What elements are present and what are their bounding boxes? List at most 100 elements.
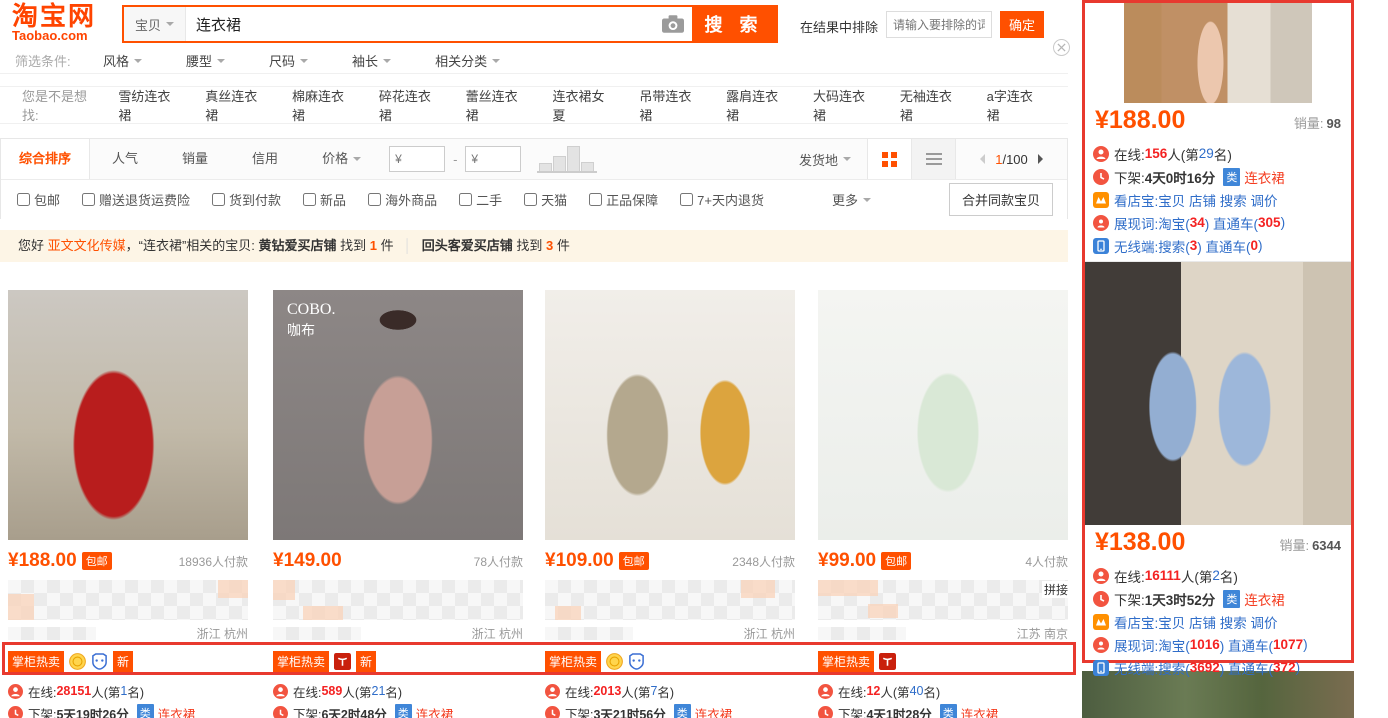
check-overseas-box[interactable]	[368, 193, 381, 206]
filter-sleeve[interactable]: 袖长	[352, 51, 391, 70]
online-row: 在线:16111人(第2名)	[1093, 564, 1343, 587]
price-min-input[interactable]	[389, 146, 445, 172]
category-name[interactable]: 连衣裙	[695, 704, 733, 718]
check-free-shipping[interactable]: 包邮	[17, 190, 60, 209]
grid-view-button[interactable]	[867, 139, 911, 179]
filter-related-category[interactable]: 相关分类	[435, 51, 500, 70]
category-name[interactable]: 连衣裙	[961, 704, 999, 718]
suggest-link[interactable]: 真丝连衣裙	[205, 86, 266, 124]
suggest-link[interactable]: 露肩连衣裙	[726, 86, 787, 124]
sort-tab-price[interactable]: 价格	[300, 139, 383, 179]
person-icon	[545, 684, 560, 699]
product-title-censored[interactable]	[8, 580, 248, 620]
product-image[interactable]	[818, 290, 1068, 540]
check-cod[interactable]: 货到付款	[212, 190, 281, 209]
sort-tab-composite[interactable]: 综合排序	[1, 139, 90, 179]
search-button[interactable]: 搜 索	[692, 7, 776, 41]
check-secondhand[interactable]: 二手	[459, 190, 502, 209]
notice-shop-link[interactable]: 亚文文化传媒	[48, 238, 126, 253]
search-input[interactable]	[186, 7, 654, 41]
category-name[interactable]: 连衣裙	[1244, 589, 1285, 609]
search-category-select[interactable]: 宝贝	[124, 7, 186, 41]
product-title-censored[interactable]	[273, 580, 523, 620]
price-range-separator: -	[453, 152, 457, 167]
image-search-camera-button[interactable]	[654, 7, 692, 41]
rank-post: 名)	[923, 682, 940, 701]
suggest-link[interactable]: a字连衣裙	[987, 86, 1042, 124]
wireless-mid: ) 直通车(	[1220, 658, 1273, 678]
suggest-link[interactable]: 连衣裙女夏	[553, 86, 614, 124]
suggest-link[interactable]: 无袖连衣裙	[900, 86, 961, 124]
wireless-row[interactable]: 无线端:搜索(3) 直通车(0)	[1093, 234, 1343, 257]
check-return-insurance[interactable]: 赠送退货运费险	[82, 190, 190, 209]
taobao-app-icon	[879, 653, 896, 670]
filter-waist[interactable]: 腰型	[186, 51, 225, 70]
exclude-input[interactable]	[886, 11, 992, 38]
check-label: 新品	[320, 190, 346, 209]
check-return-insurance-box[interactable]	[82, 193, 95, 206]
product-image[interactable]	[545, 290, 795, 540]
check-new-box[interactable]	[303, 193, 316, 206]
kandianbao-links-row[interactable]: 看店宝:宝贝 店铺 搜索 调价	[1093, 610, 1343, 633]
check-new[interactable]: 新品	[303, 190, 346, 209]
product-image[interactable]	[8, 290, 248, 540]
kandianbao-links[interactable]: 看店宝:宝贝 店铺 搜索 调价	[1114, 612, 1278, 632]
merge-same-items-button[interactable]: 合并同款宝贝	[949, 183, 1053, 216]
chevron-down-icon	[166, 22, 174, 30]
suggest-link[interactable]: 吊带连衣裙	[639, 86, 700, 124]
list-view-button[interactable]	[911, 139, 955, 179]
check-tmall-box[interactable]	[524, 193, 537, 206]
filter-style[interactable]: 风格	[103, 51, 142, 70]
check-cod-box[interactable]	[212, 193, 225, 206]
check-secondhand-box[interactable]	[459, 193, 472, 206]
kandianbao-links[interactable]: 看店宝:宝贝 店铺 搜索 调价	[1114, 190, 1278, 210]
check-free-shipping-box[interactable]	[17, 193, 30, 206]
category-name[interactable]: 连衣裙	[416, 704, 454, 718]
ship-from-dropdown[interactable]: 发货地	[799, 150, 851, 169]
person-icon	[1093, 568, 1109, 584]
online-row: 在线:12人(第40名)	[818, 680, 1068, 702]
product-title-censored[interactable]	[545, 580, 795, 620]
category-name[interactable]: 连衣裙	[158, 704, 196, 718]
rank-value: 7	[650, 684, 657, 698]
kandianbao-links-row[interactable]: 看店宝:宝贝 店铺 搜索 调价	[1093, 188, 1343, 211]
suggest-link[interactable]: 蕾丝连衣裙	[466, 86, 527, 124]
sort-tab-popularity[interactable]: 人气	[90, 139, 160, 179]
more-filters-link[interactable]: 更多	[832, 190, 871, 209]
impression-post: )	[1281, 215, 1286, 230]
clock-icon	[1093, 591, 1109, 607]
impression-words-row[interactable]: 展现词:淘宝(1016) 直通车(1077)	[1093, 633, 1343, 656]
page-next-button[interactable]	[1038, 154, 1048, 164]
rank-post: 名)	[385, 682, 402, 701]
sort-tab-sales[interactable]: 销量	[160, 139, 230, 179]
exclude-confirm-button[interactable]: 确定	[1000, 11, 1044, 38]
offshelf-row: 下架:6天2时48分 类连衣裙	[273, 702, 523, 718]
category-name[interactable]: 连衣裙	[1244, 167, 1285, 187]
sort-tab-credit[interactable]: 信用	[230, 139, 300, 179]
wireless-row[interactable]: 无线端:搜索(3692) 直通车(372)	[1093, 656, 1343, 679]
check-7day-return-box[interactable]	[680, 193, 693, 206]
suggest-link[interactable]: 雪纺连衣裙	[118, 86, 179, 124]
notice-found1: 找到	[337, 238, 370, 253]
product-image[interactable]: COBO.咖布	[273, 290, 523, 540]
suggest-link[interactable]: 大码连衣裙	[813, 86, 874, 124]
taobao-logo[interactable]: 淘宝网 Taobao.com	[12, 3, 96, 43]
check-authentic[interactable]: 正品保障	[589, 190, 658, 209]
person-icon	[273, 684, 288, 699]
rank-pre: 人(第	[621, 682, 650, 701]
price-max-input[interactable]	[465, 146, 521, 172]
suggest-link[interactable]: 棉麻连衣裙	[292, 86, 353, 124]
impression-words-row[interactable]: 展现词:淘宝(34) 直通车(305)	[1093, 211, 1343, 234]
close-panel-button[interactable]	[1053, 39, 1070, 56]
product-title-censored[interactable]: 拼接	[818, 580, 1068, 620]
page-prev-button[interactable]	[975, 154, 985, 164]
check-authentic-box[interactable]	[589, 193, 602, 206]
check-tmall[interactable]: 天猫	[524, 190, 567, 209]
sidebar-product-image[interactable]	[1085, 262, 1351, 525]
filter-size[interactable]: 尺码	[269, 51, 308, 70]
check-7day-return[interactable]: 7+天内退货	[680, 190, 764, 209]
suggest-link[interactable]: 碎花连衣裙	[379, 86, 440, 124]
check-overseas[interactable]: 海外商品	[368, 190, 437, 209]
sidebar-product-image[interactable]	[1124, 3, 1312, 103]
product-price: ¥109.00	[545, 550, 614, 572]
